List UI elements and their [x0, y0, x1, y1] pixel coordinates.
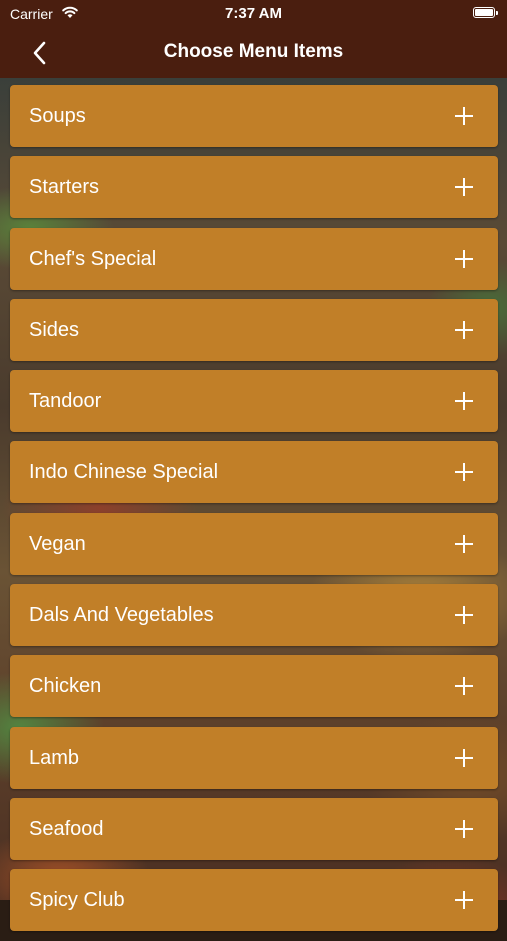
plus-icon[interactable]: [454, 890, 474, 910]
menu-category-list: Soups Starters Chef's Special Sides Tand…: [10, 85, 498, 941]
menu-category-vegan[interactable]: Vegan: [10, 512, 498, 575]
menu-category-label: Lamb: [29, 746, 80, 769]
plus-icon[interactable]: [454, 106, 474, 126]
plus-icon[interactable]: [454, 177, 474, 197]
plus-icon[interactable]: [454, 605, 474, 625]
status-bar: Carrier 7:37 AM: [0, 0, 507, 28]
status-time: 7:37 AM: [225, 5, 282, 22]
menu-category-dals-and-vegetables[interactable]: Dals And Vegetables: [10, 584, 498, 647]
menu-category-chefs-special[interactable]: Chef's Special: [10, 227, 498, 290]
menu-category-label: Soups: [29, 105, 86, 127]
menu-category-label: Dals And Vegetables: [29, 604, 214, 627]
menu-category-indo-chinese-special[interactable]: Indo Chinese Special: [10, 441, 498, 504]
menu-category-seafood[interactable]: Seafood: [10, 797, 498, 860]
menu-category-label: Tandoor: [29, 390, 102, 413]
menu-category-label: Starters: [29, 176, 100, 199]
battery-icon: [473, 7, 498, 18]
menu-category-label: Indo Chinese Special: [29, 461, 219, 484]
plus-icon[interactable]: [454, 320, 474, 340]
menu-category-sides[interactable]: Sides: [10, 298, 498, 361]
plus-icon[interactable]: [454, 534, 474, 554]
plus-icon[interactable]: [454, 676, 474, 696]
menu-category-soups[interactable]: Soups: [10, 85, 498, 147]
menu-category-label: Sides: [29, 318, 80, 341]
plus-icon[interactable]: [454, 819, 474, 839]
page-title: Choose Menu Items: [163, 41, 344, 62]
plus-icon[interactable]: [454, 391, 474, 411]
menu-category-starters[interactable]: Starters: [10, 156, 498, 219]
plus-icon[interactable]: [454, 462, 474, 482]
menu-category-label: Chef's Special: [29, 247, 157, 270]
plus-icon[interactable]: [454, 249, 474, 269]
menu-category-tandoor[interactable]: Tandoor: [10, 370, 498, 433]
menu-category-label: Chicken: [29, 675, 102, 698]
menu-category-spicy-club[interactable]: Spicy Club: [10, 869, 498, 932]
menu-category-chicken[interactable]: Chicken: [10, 655, 498, 718]
navigation-bar: Choose Menu Items: [0, 28, 507, 78]
menu-category-label: Spicy Club: [29, 889, 125, 912]
menu-category-label: Vegan: [29, 532, 86, 555]
menu-category-label: Seafood: [29, 817, 104, 840]
menu-category-lamb[interactable]: Lamb: [10, 726, 498, 789]
plus-icon[interactable]: [454, 748, 474, 768]
